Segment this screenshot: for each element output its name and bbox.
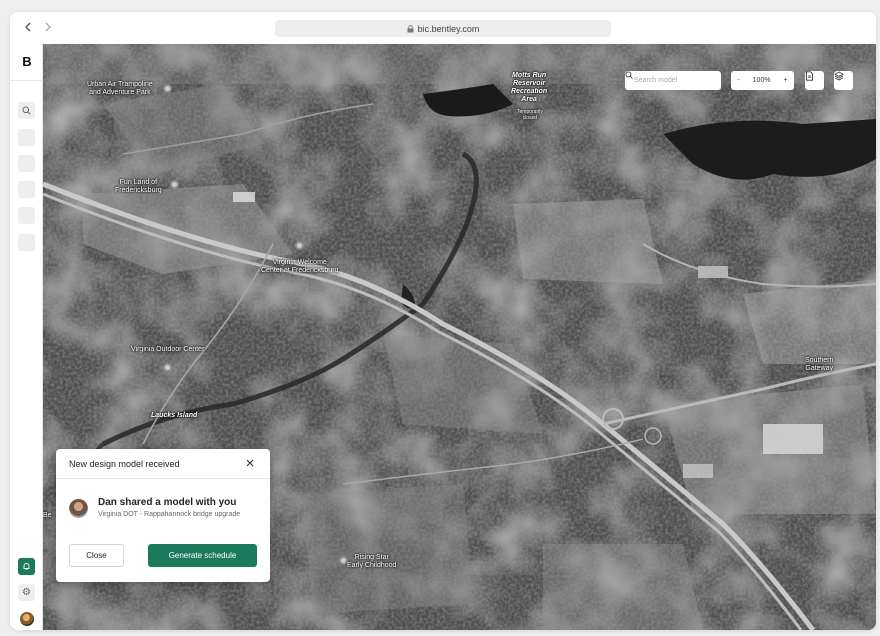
map-label-motts-closed: Temporarily closed	[517, 109, 543, 121]
layers-button[interactable]	[834, 71, 853, 90]
map-pin-welcome-center[interactable]	[295, 241, 304, 250]
chevron-left-icon	[25, 22, 31, 32]
close-button[interactable]: Close	[69, 544, 124, 567]
app-logo[interactable]: B	[19, 54, 35, 70]
bell-icon	[23, 563, 30, 571]
map-label-laucks-island: Laucks Island	[151, 412, 198, 419]
url-text: bic.bentley.com	[417, 23, 480, 34]
gear-icon: ⚙	[22, 587, 31, 598]
map-label-motts-run: Motts Run Reservoir Recreation Area	[511, 72, 548, 103]
model-search-placeholder: Search model	[634, 77, 678, 84]
app-sidebar: B ⚙	[10, 44, 43, 630]
lock-icon	[407, 24, 414, 32]
zoom-level: 100%	[752, 77, 771, 84]
search-icon	[22, 106, 31, 115]
zoom-in-button[interactable]: +	[783, 77, 787, 84]
map-label-trampoline: Urban Air Trampoline and Adventure Park	[87, 81, 153, 96]
sidebar-item-2[interactable]	[18, 155, 35, 172]
address-bar[interactable]: bic.bentley.com	[275, 20, 611, 37]
model-search[interactable]: Search model	[625, 71, 721, 90]
notification-toast: New design model received Dan shared a m…	[56, 449, 270, 582]
back-button[interactable]	[21, 20, 35, 34]
map-label-rising-star: Rising Star Early Childhood	[347, 554, 397, 569]
toast-close-button[interactable]	[244, 458, 256, 470]
forward-button[interactable]	[41, 20, 55, 34]
document-button[interactable]	[805, 71, 824, 90]
layers-icon	[834, 71, 844, 81]
settings-button[interactable]: ⚙	[18, 584, 35, 601]
chevron-right-icon	[45, 22, 51, 32]
sidebar-item-3[interactable]	[18, 181, 35, 198]
sidebar-item-4[interactable]	[18, 207, 35, 224]
sidebar-item-1[interactable]	[18, 129, 35, 146]
map-label-partial: Be	[43, 512, 52, 519]
map-label-welcome-center: Virginia Welcome Center at Fredericksburg	[261, 259, 339, 274]
zoom-out-button[interactable]: -	[737, 77, 739, 84]
sender-avatar	[69, 499, 88, 518]
toast-detail: Virginia DOT - Rappahannock bridge upgra…	[98, 511, 241, 518]
sidebar-search-button[interactable]	[18, 102, 35, 119]
toast-divider	[56, 478, 270, 479]
map-pin-trampoline[interactable]	[163, 84, 172, 93]
browser-toolbar: bic.bentley.com	[10, 12, 876, 44]
map-pin-outdoor-center[interactable]	[163, 363, 172, 372]
toast-message: Dan shared a model with you	[98, 497, 237, 508]
document-icon	[806, 71, 813, 81]
generate-schedule-button[interactable]: Generate schedule	[148, 544, 257, 567]
sidebar-item-5[interactable]	[18, 234, 35, 251]
toast-title: New design model received	[69, 459, 180, 469]
notifications-button[interactable]	[18, 558, 35, 575]
search-icon	[625, 71, 633, 79]
map-pin-funland[interactable]	[170, 180, 179, 189]
map-label-funland: Fun Land of Fredericksburg	[115, 179, 162, 194]
zoom-control: - 100% +	[731, 71, 794, 90]
map-label-outdoor-center: Virginia Outdoor Center	[131, 346, 205, 353]
sidebar-divider	[10, 80, 43, 81]
map-label-southern-gateway: Southern Gateway	[805, 357, 834, 372]
close-icon	[246, 459, 254, 467]
user-avatar[interactable]	[20, 612, 34, 626]
